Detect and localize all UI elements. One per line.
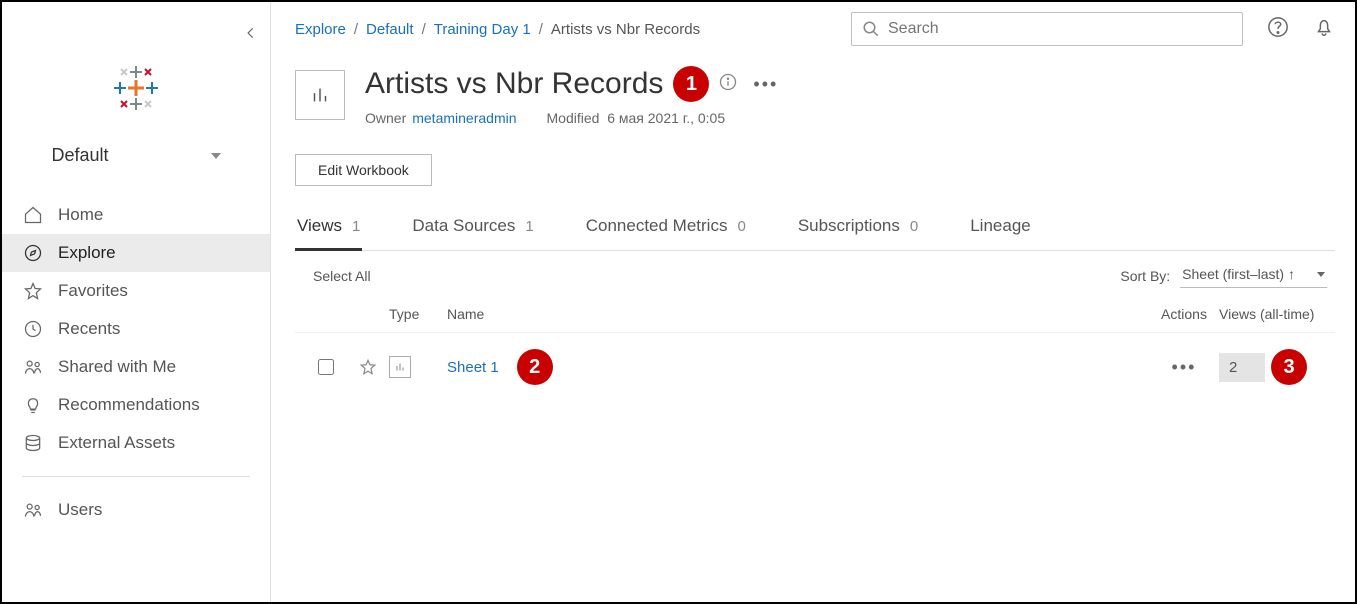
tableau-logo bbox=[2, 64, 270, 117]
owner-link[interactable]: metamineradmin bbox=[412, 110, 516, 126]
caret-down-icon bbox=[1317, 272, 1325, 277]
workbook-title: Artists vs Nbr Records bbox=[365, 67, 663, 101]
select-all-link[interactable]: Select All bbox=[303, 268, 371, 284]
home-icon bbox=[22, 205, 44, 225]
sort-dropdown[interactable]: Sheet (first–last) ↑ bbox=[1180, 263, 1327, 288]
topbar-right bbox=[851, 12, 1335, 46]
tab-label: Connected Metrics bbox=[586, 216, 728, 236]
col-type-header: Type bbox=[389, 306, 447, 322]
breadcrumb: Explore/ Default/ Training Day 1/ Artist… bbox=[295, 21, 700, 38]
row-actions-icon[interactable]: ••• bbox=[1172, 357, 1197, 377]
list-row: Sheet 1 2 ••• 2 3 bbox=[295, 332, 1335, 401]
workbook-meta: Owner metamineradmin Modified 6 мая 2021 … bbox=[365, 110, 784, 126]
breadcrumb-link[interactable]: Explore bbox=[295, 21, 346, 38]
sidebar: Default Home Explore Favorites Recents S… bbox=[2, 2, 271, 602]
modified-value: 6 мая 2021 г., 0:05 bbox=[607, 110, 725, 126]
caret-down-icon bbox=[211, 153, 221, 159]
workbook-thumb-icon bbox=[295, 70, 345, 120]
nav-favorites[interactable]: Favorites bbox=[2, 272, 270, 310]
view-type-icon bbox=[389, 356, 411, 378]
annotation-badge-2: 2 bbox=[517, 349, 553, 385]
info-icon[interactable] bbox=[719, 73, 737, 96]
nav-separator bbox=[22, 476, 250, 477]
search-input[interactable] bbox=[888, 20, 1232, 38]
nav-label: Shared with Me bbox=[58, 357, 176, 377]
nav-label: Home bbox=[58, 205, 103, 225]
site-label: Default bbox=[51, 145, 108, 166]
workbook-header: Artists vs Nbr Records 1 ••• Owner metami… bbox=[295, 66, 1335, 126]
modified-label: Modified bbox=[547, 110, 600, 126]
tab-count: 0 bbox=[910, 218, 918, 235]
col-actions-header: Actions bbox=[1149, 306, 1219, 322]
more-actions-icon[interactable]: ••• bbox=[747, 74, 784, 95]
site-picker[interactable]: Default bbox=[22, 145, 250, 166]
tab-metrics[interactable]: Connected Metrics 0 bbox=[584, 216, 748, 250]
star-icon bbox=[22, 281, 44, 301]
collapse-sidebar-icon[interactable] bbox=[244, 22, 258, 49]
shared-icon bbox=[22, 357, 44, 377]
row-favorite-icon[interactable] bbox=[347, 358, 389, 376]
clock-icon bbox=[22, 319, 44, 339]
breadcrumb-link[interactable]: Default bbox=[366, 21, 414, 38]
database-icon bbox=[22, 433, 44, 453]
breadcrumb-current: Artists vs Nbr Records bbox=[551, 21, 700, 38]
nav-recents[interactable]: Recents bbox=[2, 310, 270, 348]
tab-count: 1 bbox=[525, 218, 533, 235]
edit-workbook-button[interactable]: Edit Workbook bbox=[295, 154, 432, 186]
annotation-badge-3: 3 bbox=[1271, 349, 1307, 385]
nav-home[interactable]: Home bbox=[2, 196, 270, 234]
bulb-icon bbox=[22, 395, 44, 415]
tabs: Views1 Data Sources1 Connected Metrics0 … bbox=[295, 216, 1335, 251]
tab-count: 0 bbox=[737, 218, 745, 235]
nav-list: Home Explore Favorites Recents Shared wi… bbox=[2, 196, 270, 462]
tab-count: 1 bbox=[352, 218, 360, 235]
compass-icon bbox=[22, 243, 44, 263]
search-box[interactable] bbox=[851, 12, 1243, 46]
nav-users[interactable]: Users bbox=[2, 491, 270, 529]
nav-external[interactable]: External Assets bbox=[2, 424, 270, 462]
nav-label: External Assets bbox=[58, 433, 175, 453]
nav-shared[interactable]: Shared with Me bbox=[2, 348, 270, 386]
topbar: Explore/ Default/ Training Day 1/ Artist… bbox=[295, 12, 1335, 46]
tab-label: Lineage bbox=[970, 216, 1031, 236]
nav-label: Explore bbox=[58, 243, 116, 263]
nav-list-admin: Users bbox=[2, 491, 270, 529]
title-line: Artists vs Nbr Records 1 ••• bbox=[365, 66, 784, 102]
nav-label: Users bbox=[58, 500, 102, 520]
list-header: Type Name Actions Views (all-time) bbox=[295, 296, 1335, 332]
notifications-icon[interactable] bbox=[1313, 16, 1335, 43]
sort-control: Sort By: Sheet (first–last) ↑ bbox=[1120, 263, 1327, 288]
col-name-header: Name bbox=[447, 306, 1149, 322]
row-checkbox[interactable] bbox=[318, 359, 334, 375]
nav-explore[interactable]: Explore bbox=[2, 234, 270, 272]
breadcrumb-link[interactable]: Training Day 1 bbox=[434, 21, 531, 38]
tab-label: Views bbox=[297, 216, 342, 236]
annotation-badge-1: 1 bbox=[673, 66, 709, 102]
tab-views[interactable]: Views 1 bbox=[295, 216, 362, 251]
sort-label: Sort By: bbox=[1120, 268, 1170, 284]
tab-datasources[interactable]: Data Sources 1 bbox=[410, 216, 535, 250]
list-controls: Select All Sort By: Sheet (first–last) ↑ bbox=[295, 251, 1335, 296]
search-icon bbox=[862, 20, 880, 38]
row-name-link[interactable]: Sheet 1 bbox=[447, 359, 499, 376]
users-icon bbox=[22, 500, 44, 520]
owner-label: Owner bbox=[365, 110, 406, 126]
sort-value: Sheet (first–last) ↑ bbox=[1182, 266, 1295, 282]
tab-label: Subscriptions bbox=[798, 216, 900, 236]
nav-label: Favorites bbox=[58, 281, 128, 301]
nav-recommendations[interactable]: Recommendations bbox=[2, 386, 270, 424]
tab-label: Data Sources bbox=[412, 216, 515, 236]
help-icon[interactable] bbox=[1267, 16, 1289, 43]
col-views-header: Views (all-time) bbox=[1219, 306, 1327, 322]
nav-label: Recommendations bbox=[58, 395, 200, 415]
nav-label: Recents bbox=[58, 319, 120, 339]
row-views-value: 2 bbox=[1219, 353, 1265, 382]
tab-lineage[interactable]: Lineage bbox=[968, 216, 1033, 250]
tab-subscriptions[interactable]: Subscriptions 0 bbox=[796, 216, 920, 250]
main-content: Explore/ Default/ Training Day 1/ Artist… bbox=[271, 2, 1355, 602]
